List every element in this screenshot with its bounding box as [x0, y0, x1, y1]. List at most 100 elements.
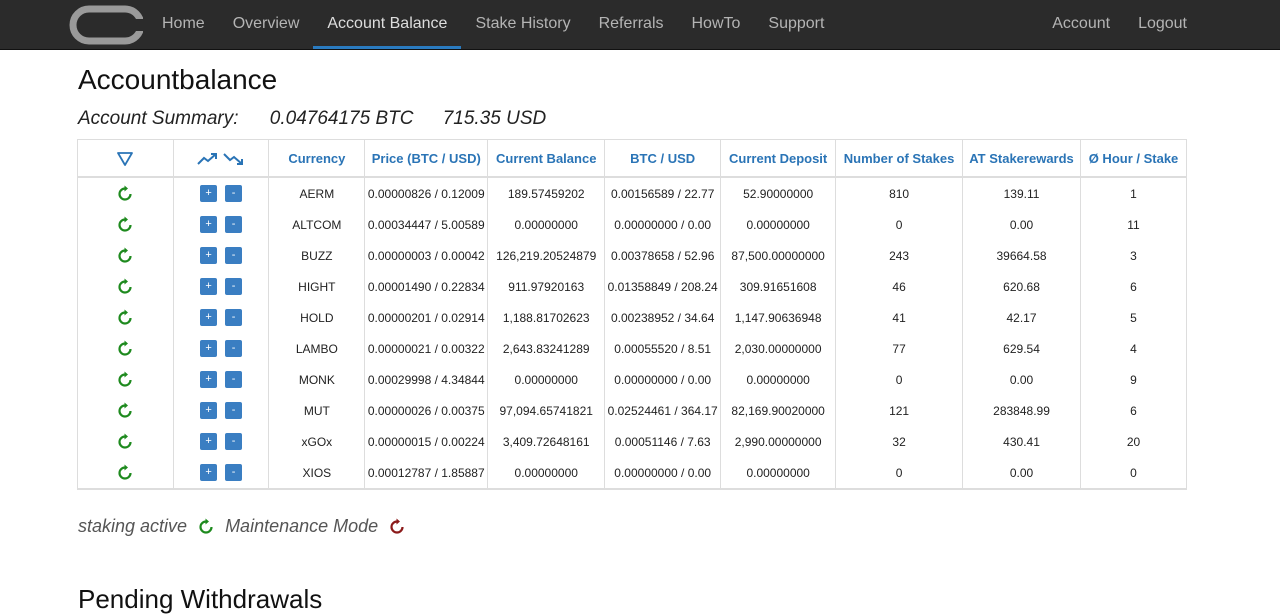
- stake-controls-cell: + -: [172, 364, 270, 395]
- refresh-icon[interactable]: [116, 402, 134, 420]
- nav-support[interactable]: Support: [754, 0, 838, 49]
- summary-btc: 0.04764175 BTC: [269, 108, 414, 129]
- hour-stake-cell: 20: [1080, 426, 1187, 457]
- stake-controls-cell: + -: [172, 240, 270, 271]
- staking-status-cell: [77, 395, 174, 426]
- nav-account[interactable]: Account: [1038, 0, 1124, 49]
- btc-usd-cell: 0.00378658 / 52.96: [604, 240, 722, 271]
- price-cell: 0.00001490 / 0.22834: [364, 271, 489, 302]
- hour-per-stake-header[interactable]: Ø Hour / Stake: [1080, 139, 1187, 178]
- balance-cell: 0.00000000: [487, 364, 606, 395]
- decrease-stake-button[interactable]: -: [225, 402, 243, 419]
- decrease-stake-button[interactable]: -: [225, 309, 243, 326]
- increase-stake-button[interactable]: +: [200, 216, 218, 233]
- price-cell: 0.00012787 / 1.85887: [364, 457, 489, 490]
- refresh-icon[interactable]: [116, 340, 134, 358]
- account-summary: Account Summary: 0.04764175 BTC 715.35 U…: [78, 108, 570, 130]
- deposit-cell: 2,030.00000000: [720, 333, 837, 364]
- staking-status-cell: [77, 426, 174, 457]
- currency-cell: ALTCOM: [268, 209, 366, 240]
- trend-down-icon[interactable]: [223, 152, 245, 166]
- current-balance-header[interactable]: Current Balance: [487, 139, 606, 178]
- current-deposit-header[interactable]: Current Deposit: [720, 139, 837, 178]
- increase-stake-button[interactable]: +: [200, 309, 218, 326]
- nav-home[interactable]: Home: [148, 0, 219, 49]
- decrease-stake-button[interactable]: -: [225, 216, 243, 233]
- price-header[interactable]: Price (BTC / USD): [364, 139, 489, 178]
- price-cell: 0.00000826 / 0.12009: [364, 177, 489, 209]
- increase-stake-button[interactable]: +: [200, 278, 218, 295]
- decrease-stake-button[interactable]: -: [225, 278, 243, 295]
- increase-stake-button[interactable]: +: [200, 185, 218, 202]
- hour-stake-cell: 9: [1080, 364, 1187, 395]
- nav-howto[interactable]: HowTo: [678, 0, 755, 49]
- refresh-icon[interactable]: [116, 433, 134, 451]
- refresh-icon[interactable]: [116, 216, 134, 234]
- refresh-icon[interactable]: [116, 309, 134, 327]
- increase-stake-button[interactable]: +: [200, 433, 218, 450]
- balance-cell: 189.57459202: [487, 177, 606, 209]
- trend-up-icon[interactable]: [197, 152, 219, 166]
- nav-overview[interactable]: Overview: [219, 0, 314, 49]
- balance-table: Currency Price (BTC / USD) Current Balan…: [77, 139, 1187, 490]
- top-navbar: Home Overview Account Balance Stake History…: [0, 0, 1280, 50]
- currency-header[interactable]: Currency: [268, 139, 366, 178]
- stake-controls-cell: + -: [172, 333, 270, 364]
- summary-label: Account Summary:: [78, 108, 239, 129]
- number-of-stakes-header[interactable]: Number of Stakes: [835, 139, 964, 178]
- maintenance-mode-label: Maintenance Mode: [225, 516, 379, 536]
- nav-stake-history[interactable]: Stake History: [461, 0, 584, 49]
- hour-stake-cell: 4: [1080, 333, 1187, 364]
- stake-controls-cell: + -: [172, 426, 270, 457]
- table-row: + - ALTCOM 0.00034447 / 5.00589 0.00000000 0.…: [77, 209, 1187, 240]
- increase-stake-button[interactable]: +: [200, 464, 218, 481]
- main-nav: Home Overview Account Balance Stake History…: [148, 0, 838, 49]
- table-row: + - LAMBO 0.00000021 / 0.00322 2,643.8324128…: [77, 333, 1187, 364]
- currency-cell: HOLD: [268, 302, 366, 333]
- filter-triangle-icon[interactable]: [117, 151, 134, 166]
- table-row: + - xGOx 0.00000015 / 0.00224 3,409.72648161…: [77, 426, 1187, 457]
- filter-column-header[interactable]: [77, 139, 174, 178]
- nav-account-balance[interactable]: Account Balance: [313, 0, 462, 49]
- increase-stake-button[interactable]: +: [200, 402, 218, 419]
- refresh-icon[interactable]: [116, 464, 134, 482]
- price-cell: 0.00000015 / 0.00224: [364, 426, 489, 457]
- stakerewards-header[interactable]: AT Stakerewards: [962, 139, 1081, 178]
- decrease-stake-button[interactable]: -: [225, 371, 243, 388]
- stakes-cell: 121: [835, 395, 964, 426]
- decrease-stake-button[interactable]: -: [225, 433, 243, 450]
- stakes-cell: 46: [835, 271, 964, 302]
- stake-controls-cell: + -: [172, 457, 270, 490]
- table-row: + - BUZZ 0.00000003 / 0.00042 126,219.205248…: [77, 240, 1187, 271]
- price-cell: 0.00029998 / 4.34844: [364, 364, 489, 395]
- increase-stake-button[interactable]: +: [200, 340, 218, 357]
- decrease-stake-button[interactable]: -: [225, 340, 243, 357]
- currency-cell: LAMBO: [268, 333, 366, 364]
- decrease-stake-button[interactable]: -: [225, 247, 243, 264]
- stake-controls-cell: + -: [172, 271, 270, 302]
- refresh-icon[interactable]: [116, 185, 134, 203]
- stakes-cell: 32: [835, 426, 964, 457]
- decrease-stake-button[interactable]: -: [225, 464, 243, 481]
- btc-usd-header[interactable]: BTC / USD: [604, 139, 722, 178]
- btc-usd-cell: 0.00000000 / 0.00: [604, 457, 722, 490]
- price-cell: 0.00034447 / 5.00589: [364, 209, 489, 240]
- staking-status-cell: [77, 302, 174, 333]
- nav-logout[interactable]: Logout: [1124, 0, 1201, 49]
- site-logo[interactable]: [69, 5, 143, 45]
- refresh-icon[interactable]: [116, 247, 134, 265]
- decrease-stake-button[interactable]: -: [225, 185, 243, 202]
- refresh-icon[interactable]: [116, 371, 134, 389]
- user-nav: Account Logout: [1038, 0, 1201, 49]
- nav-referrals[interactable]: Referrals: [585, 0, 678, 49]
- increase-stake-button[interactable]: +: [200, 247, 218, 264]
- page-title: Accountbalance: [78, 64, 278, 95]
- currency-cell: AERM: [268, 177, 366, 209]
- increase-stake-button[interactable]: +: [200, 371, 218, 388]
- price-cell: 0.00000021 / 0.00322: [364, 333, 489, 364]
- stakes-cell: 41: [835, 302, 964, 333]
- refresh-icon[interactable]: [116, 278, 134, 296]
- table-row: + - MONK 0.00029998 / 4.34844 0.00000000 0.00…: [77, 364, 1187, 395]
- rewards-cell: 0.00: [962, 364, 1081, 395]
- balance-cell: 1,188.81702623: [487, 302, 606, 333]
